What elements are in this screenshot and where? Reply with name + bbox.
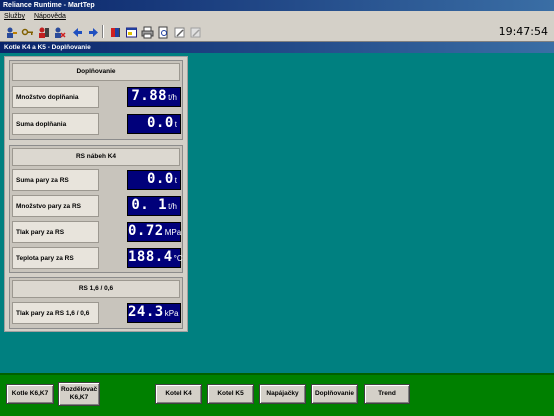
nav-kotel-k5-button[interactable]: Kotel K5 [207, 384, 254, 404]
nav-kotle-k6k7-button[interactable]: Kotle K6,K7 [6, 384, 54, 404]
bottom-nav-bar: Kotle K6,K7 Rozdělovač K6,K7 Kotel K4 Ko… [0, 373, 554, 416]
user-x-icon[interactable] [52, 25, 66, 38]
edit-icon[interactable] [172, 25, 185, 38]
print-icon[interactable] [140, 25, 154, 39]
login-icon[interactable] [4, 25, 17, 38]
app-title: Reliance Runtime - MartTep [3, 2, 95, 9]
value-tlak-pary-za-rs: 0.72MPa [127, 222, 181, 242]
value-tlak-pary-za-rs-16: 24.3kPa [127, 303, 181, 323]
app-titlebar: Reliance Runtime - MartTep [0, 0, 554, 11]
label-tlak-pary-za-rs-16: Tlak pary za RS 1,6 / 0,6 [12, 302, 99, 324]
clock: 19:47:54 [498, 25, 548, 38]
group-title-rs-nabeh-k4: RS nábeh K4 [12, 148, 180, 166]
label-tlak-pary-za-rs: Tlak pary za RS [12, 221, 99, 243]
label-mnozstvo-pary-za-rs: Množstvo pary za RS [12, 195, 99, 217]
label-suma-doplnania: Suma doplňania [12, 113, 99, 135]
key-icon[interactable] [20, 25, 33, 38]
nav-napajacky-button[interactable]: Napájačky [259, 384, 306, 404]
window-title-text: Kotle K4 a K5 - Doplňovanie [4, 44, 91, 51]
back-arrow-icon[interactable] [70, 25, 83, 38]
value-suma-doplnania: 0.0t [127, 114, 181, 134]
menu-bar: Služby Nápověda [0, 11, 554, 22]
label-teplota-pary-za-rs: Teplota pary za RS [12, 247, 99, 269]
group-rs-nabeh-k4: RS nábeh K4 Suma pary za RS 0.0t Množstv… [9, 145, 183, 273]
print-preview-icon[interactable] [156, 25, 169, 39]
nav-doplnovanie-button[interactable]: Doplňovanie [311, 384, 358, 404]
toolbar: 19:47:54 [0, 22, 554, 42]
nav-rozdelovac-button[interactable]: Rozdělovač K6,K7 [58, 382, 100, 406]
value-teplota-pary-za-rs: 188.4°C [127, 248, 183, 268]
group-title-doplnovanie: Doplňovanie [12, 63, 180, 81]
value-mnozstvo-doplnania: 7.88t/h [127, 87, 181, 107]
label-suma-pary-za-rs: Suma pary za RS [12, 169, 99, 191]
edit-disabled-icon [188, 25, 201, 38]
menu-sluzby[interactable]: Služby [4, 13, 25, 20]
user-logout-icon[interactable] [36, 25, 49, 38]
group-doplnovanie: Doplňovanie Množstvo doplňania 7.88t/h S… [9, 60, 183, 140]
toolbar-separator [102, 25, 104, 38]
group-title-rs-1-6: RS 1,6 / 0,6 [12, 280, 180, 298]
nav-trend-button[interactable]: Trend [364, 384, 410, 404]
label-mnozstvo-doplnania: Množstvo doplňania [12, 86, 99, 108]
left-panel: Doplňovanie Množstvo doplňania 7.88t/h S… [4, 56, 188, 332]
window-icon[interactable] [124, 25, 137, 38]
forward-arrow-icon[interactable] [86, 25, 99, 38]
group-rs-1-6: RS 1,6 / 0,6 Tlak pary za RS 1,6 / 0,6 2… [9, 277, 183, 329]
value-suma-pary-za-rs: 0.0t [127, 170, 181, 190]
menu-napoveda[interactable]: Nápověda [34, 13, 66, 20]
book-icon[interactable] [108, 25, 121, 38]
nav-kotel-k4-button[interactable]: Kotel K4 [155, 384, 202, 404]
window-title: Kotle K4 a K5 - Doplňovanie [0, 42, 554, 53]
value-mnozstvo-pary-za-rs: 0. 1t/h [127, 196, 181, 216]
